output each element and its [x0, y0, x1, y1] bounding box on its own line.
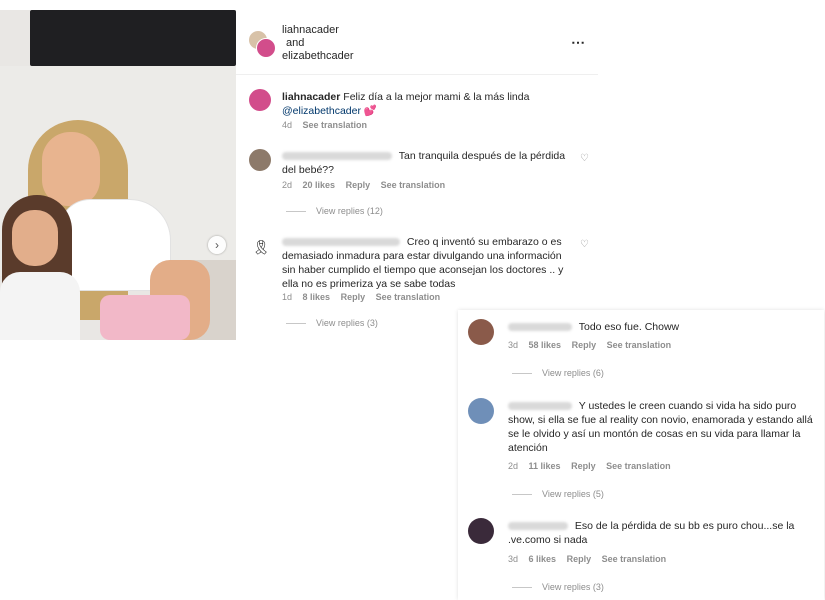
view-replies-button[interactable]: View replies (3)	[286, 318, 378, 328]
collab-names: liahnacader and elizabethcader	[282, 24, 354, 63]
header-username-2[interactable]: elizabethcader	[282, 50, 354, 63]
comment: Creo q inventó su embarazo o es demasiad…	[282, 235, 572, 291]
divider-line	[512, 373, 532, 375]
view-replies-button[interactable]: View replies (6)	[512, 368, 604, 378]
avatar[interactable]	[468, 518, 494, 544]
reply-text: Todo eso fue. Choww	[578, 321, 680, 333]
reply-time: 3d	[508, 554, 519, 564]
avatar[interactable]	[468, 398, 494, 424]
blurred-username	[508, 402, 572, 411]
comment: Tan tranquila después de la pérdida del …	[282, 149, 567, 177]
see-translation-link[interactable]: See translation	[602, 554, 667, 564]
view-replies-label[interactable]: View replies (5)	[542, 489, 604, 499]
like-heart-icon[interactable]: ♡	[580, 239, 589, 250]
see-translation-link[interactable]: See translation	[303, 120, 368, 130]
post-photo[interactable]: ›	[0, 10, 236, 340]
child-face	[12, 210, 58, 266]
reply-button[interactable]: Reply	[346, 180, 371, 190]
reply-button[interactable]: Reply	[572, 340, 597, 350]
divider-line	[512, 587, 532, 589]
caption-meta: 4d See translation	[282, 120, 375, 130]
view-replies-button[interactable]: View replies (3)	[512, 582, 604, 592]
child-body	[0, 272, 80, 340]
blurred-username	[282, 238, 400, 247]
avatar[interactable]	[256, 38, 276, 58]
collab-avatars[interactable]	[248, 30, 276, 58]
reply-comment: Y ustedes le creen cuando si vida ha sid…	[508, 399, 813, 455]
view-replies-label[interactable]: View replies (3)	[542, 582, 604, 592]
view-replies-button[interactable]: View replies (12)	[286, 206, 383, 216]
reply-comment: Eso de la pérdida de su bb es puro chou.…	[508, 519, 813, 547]
tv-screen	[30, 10, 236, 66]
woman-shorts	[100, 295, 190, 340]
caption-mention[interactable]: @elizabethcader	[282, 105, 361, 117]
view-replies-button[interactable]: View replies (5)	[512, 489, 604, 499]
woman-face	[42, 132, 100, 206]
reply-time: 2d	[508, 461, 519, 471]
replies-card: Todo eso fue. Choww 3d 58 likes Reply Se…	[458, 310, 824, 600]
blurred-username	[508, 522, 568, 531]
divider-line	[286, 323, 306, 325]
comments-panel: liahnacader and elizabethcader ⋯ liahnac…	[236, 10, 598, 340]
header-username-1[interactable]: liahnacader	[282, 24, 354, 37]
reply-time: 3d	[508, 340, 519, 350]
avatar[interactable]	[248, 88, 272, 112]
view-replies-label[interactable]: View replies (12)	[316, 206, 383, 216]
caption-time: 4d	[282, 120, 293, 130]
blurred-username	[282, 152, 392, 161]
see-translation-link[interactable]: See translation	[607, 340, 672, 350]
view-replies-label[interactable]: View replies (6)	[542, 368, 604, 378]
likes-count[interactable]: 6 likes	[529, 554, 557, 564]
avatar[interactable]	[248, 148, 272, 172]
more-options-icon[interactable]: ⋯	[571, 34, 586, 51]
see-translation-link[interactable]: See translation	[376, 292, 441, 302]
caption: liahnacader Feliz día a la mejor mami & …	[282, 90, 582, 118]
likes-count[interactable]: 58 likes	[529, 340, 562, 350]
caption-username[interactable]: liahnacader	[282, 91, 340, 103]
comment-meta: 1d 8 likes Reply See translation	[282, 292, 448, 302]
caption-text: Feliz día a la mejor mami & la más linda	[343, 91, 530, 103]
reply-comment: Todo eso fue. Choww	[508, 320, 808, 334]
reply-meta: 3d 58 likes Reply See translation	[508, 340, 679, 350]
likes-count[interactable]: 20 likes	[303, 180, 336, 190]
reply-button[interactable]: Reply	[567, 554, 592, 564]
likes-count[interactable]: 11 likes	[529, 461, 561, 471]
divider-line	[512, 494, 532, 496]
reply-meta: 2d 11 likes Reply See translation	[508, 461, 679, 471]
black-ribbon-icon[interactable]: 🎗	[250, 236, 272, 258]
post-header: liahnacader and elizabethcader ⋯	[236, 10, 598, 75]
see-translation-link[interactable]: See translation	[381, 180, 446, 190]
reply-button[interactable]: Reply	[571, 461, 596, 471]
reply-meta: 3d 6 likes Reply See translation	[508, 554, 674, 564]
see-translation-link[interactable]: See translation	[606, 461, 671, 471]
avatar[interactable]	[468, 319, 494, 345]
comment-time: 1d	[282, 292, 293, 302]
likes-count[interactable]: 8 likes	[303, 292, 331, 302]
blurred-username	[508, 323, 572, 332]
like-heart-icon[interactable]: ♡	[580, 153, 589, 164]
comment-time: 2d	[282, 180, 293, 190]
view-replies-label[interactable]: View replies (3)	[316, 318, 378, 328]
comment-meta: 2d 20 likes Reply See translation	[282, 180, 453, 190]
reply-button[interactable]: Reply	[341, 292, 366, 302]
divider-line	[286, 211, 306, 213]
heart-emoji-icon: 💕	[363, 105, 377, 117]
header-conjunction: and	[286, 37, 305, 49]
next-arrow-icon[interactable]: ›	[208, 236, 226, 254]
